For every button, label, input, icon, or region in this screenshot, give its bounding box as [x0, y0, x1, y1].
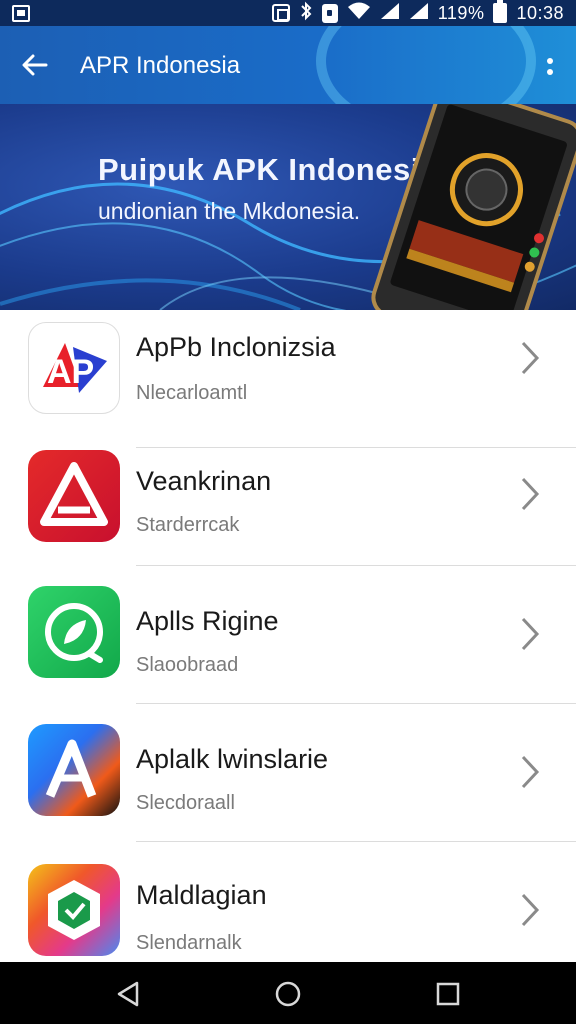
battery-icon: [493, 0, 508, 23]
more-options-button[interactable]: [542, 48, 558, 84]
arrow-back-icon: [22, 54, 48, 76]
apk-logo-icon: AP: [28, 322, 120, 414]
back-button[interactable]: [16, 46, 54, 84]
nav-home-button[interactable]: [266, 972, 310, 1016]
wifi-icon: [347, 2, 371, 25]
status-bar: 119% 10:38: [0, 0, 576, 26]
triangle-back-icon: [117, 981, 139, 1007]
list-item[interactable]: Veankrinan Starderrcak: [0, 428, 576, 566]
chevron-right-icon: [521, 893, 540, 927]
chevron-right-icon: [521, 341, 540, 375]
app-subtitle: Slaoobraad: [136, 654, 239, 676]
triangle-logo-icon: [28, 450, 120, 542]
circle-home-icon: [275, 981, 301, 1007]
system-nav-bar: [0, 962, 576, 1024]
decorative-swoosh: [316, 26, 536, 104]
cell-signal-2-icon: [409, 2, 429, 25]
bluetooth-icon: [299, 1, 313, 26]
list-item[interactable]: Aplalk lwinslarie Slecdoraall: [0, 704, 576, 842]
screenshot-icon: [271, 4, 290, 22]
battery-percent: 119%: [437, 2, 485, 23]
phone-illustration-icon: [371, 104, 576, 310]
app-subtitle: Slendarnalk: [136, 932, 242, 954]
app-title: Aplls Rigine: [136, 606, 279, 636]
app-bar: APR Indonesia: [0, 26, 576, 104]
app-subtitle: Starderrcak: [136, 514, 240, 536]
leaf-circle-icon: [28, 586, 120, 678]
app-list: AP ApPb Inclonizsia Nlecarloamtl Veankri…: [0, 310, 576, 962]
nav-recents-button[interactable]: [426, 972, 470, 1016]
square-recents-icon: [436, 982, 460, 1006]
app-title: ApPb Inclonizsia: [136, 332, 336, 362]
a-letter-logo-icon: [28, 724, 120, 816]
nav-back-button[interactable]: [106, 972, 150, 1016]
chevron-right-icon: [521, 477, 540, 511]
app-title: Maldlagian: [136, 880, 267, 910]
svg-text:AP: AP: [47, 353, 94, 391]
chevron-right-icon: [521, 755, 540, 789]
list-item[interactable]: Maldlagian Slendarnalk: [0, 842, 576, 962]
promo-banner[interactable]: Puipuk APK Indonesia undionian the Mkdon…: [0, 104, 576, 310]
clock: 10:38: [516, 2, 564, 23]
list-item[interactable]: Aplls Rigine Slaoobraad: [0, 566, 576, 704]
app-title: Aplalk lwinslarie: [136, 744, 329, 774]
more-vert-icon: [547, 57, 553, 64]
app-title: APR Indonesia: [80, 52, 241, 79]
banner-subtitle: undionian the Mkdonesia.: [98, 198, 361, 224]
sd-card-icon: [12, 4, 30, 22]
lock-icon: [321, 3, 338, 23]
cell-signal-icon: [380, 2, 400, 25]
app-title: Veankrinan: [136, 466, 272, 496]
hexagon-shield-icon: [28, 864, 120, 956]
app-subtitle: Nlecarloamtl: [136, 382, 248, 404]
chevron-right-icon: [521, 617, 540, 651]
app-subtitle: Slecdoraall: [136, 792, 235, 814]
